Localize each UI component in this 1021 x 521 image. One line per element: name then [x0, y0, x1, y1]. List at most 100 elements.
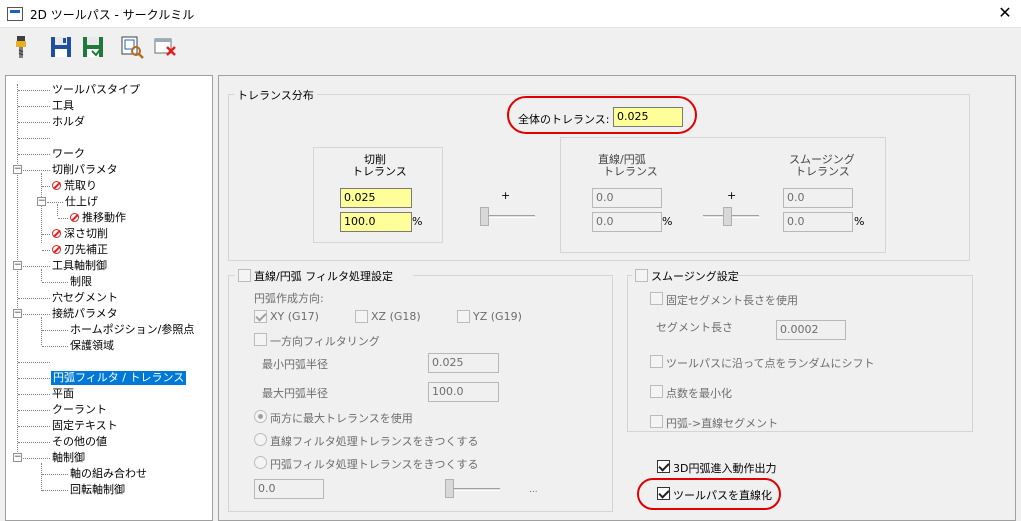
- arc-direction-label: 円弧作成方向:: [254, 292, 324, 305]
- percent-label: %: [412, 215, 423, 228]
- radio-both-label: 両方に最大トレランスを使用: [270, 412, 413, 425]
- arc-3d-entry-checkbox[interactable]: [657, 460, 670, 473]
- tree-item-limits[interactable]: 制限: [70, 275, 92, 289]
- tree-item-tool[interactable]: 工具: [52, 99, 74, 113]
- min-radius-label: 最小円弧半径: [262, 358, 328, 371]
- expander-cutting-params[interactable]: −: [13, 165, 22, 174]
- plus-label: +: [501, 189, 511, 202]
- tree-item-axis-control[interactable]: 軸制御: [52, 451, 85, 465]
- min-radius-input[interactable]: 0.025: [428, 353, 499, 373]
- tree-item-rotary-axis-control[interactable]: 回転軸制御: [70, 483, 125, 497]
- tree-item-canned-text[interactable]: 固定テキスト: [52, 419, 118, 433]
- segment-length-input[interactable]: 0.0002: [776, 320, 846, 340]
- one-way-filter-checkbox[interactable]: [254, 333, 267, 346]
- slider-track: [481, 215, 535, 218]
- xy-checkbox[interactable]: [254, 310, 267, 323]
- disabled-icon: [52, 229, 61, 238]
- expander-axis-control[interactable]: −: [13, 453, 22, 462]
- tree-item-safety-zone[interactable]: 保護領域: [70, 339, 114, 353]
- tree-item-finish[interactable]: 仕上げ: [65, 195, 98, 209]
- tree-item-stock[interactable]: ワーク: [52, 147, 85, 161]
- tool-icon[interactable]: [8, 34, 34, 60]
- tree-item-planes[interactable]: 平面: [52, 387, 74, 401]
- tree-item-roughing[interactable]: 荒取り: [52, 179, 97, 193]
- disabled-icon: [52, 181, 61, 190]
- tree-item-hole-segment[interactable]: 穴セグメント: [52, 291, 118, 305]
- title-bar: 2D ツールパス - サークルミル ✕: [0, 0, 1021, 28]
- radio-both-max-tolerance[interactable]: [254, 410, 267, 423]
- arc-filter-slider[interactable]: [445, 479, 454, 498]
- yz-label: YZ (G19): [473, 310, 522, 323]
- max-radius-input[interactable]: 100.0: [428, 382, 499, 402]
- tree-item-depth-cuts[interactable]: 深さ切削: [52, 227, 108, 241]
- close-icon[interactable]: ✕: [994, 2, 1016, 24]
- segment-length-label: セグメント長さ: [656, 321, 733, 334]
- cut-tolerance-input[interactable]: 0.025: [340, 188, 412, 208]
- smoothing-percent-input[interactable]: 0.0: [783, 212, 853, 232]
- minimize-points-checkbox[interactable]: [650, 385, 663, 398]
- xz-label: XZ (G18): [371, 310, 421, 323]
- disabled-icon: [52, 245, 61, 254]
- tree-item-link-params[interactable]: 接続パラメタ: [52, 307, 118, 321]
- smoothing-checkbox[interactable]: [635, 269, 648, 282]
- smoothing-title-2: トレランス: [795, 165, 850, 178]
- disabled-icon: [70, 213, 79, 222]
- expander-link-params[interactable]: −: [13, 309, 22, 318]
- save-icon[interactable]: [48, 34, 74, 60]
- tree-item-toolpath-type[interactable]: ツールパスタイプ: [52, 83, 140, 97]
- xz-checkbox[interactable]: [355, 310, 368, 323]
- arc-to-line-checkbox[interactable]: [650, 415, 663, 428]
- random-shift-label: ツールパスに沿って点をランダムにシフト: [666, 357, 875, 370]
- tree-item-misc-values[interactable]: その他の値: [52, 435, 107, 449]
- tree-item-home-position[interactable]: ホームポジション/参照点: [70, 323, 194, 337]
- tolerance-distribution-label: トレランス分布: [234, 87, 317, 103]
- radio-arc-label: 円弧フィルタ処理トレランスをきつくする: [270, 458, 479, 471]
- fixed-segment-checkbox[interactable]: [650, 292, 663, 305]
- ellipsis-label: ...: [529, 485, 538, 495]
- tree-item-axis-combination[interactable]: 軸の組み合わせ: [70, 467, 147, 481]
- app-icon: [7, 7, 23, 21]
- smoothing-tolerance-input[interactable]: 0.0: [783, 188, 853, 208]
- cut-percent-input[interactable]: 100.0: [340, 212, 412, 232]
- expander-tool-axis[interactable]: −: [13, 261, 22, 270]
- tree-item-holder[interactable]: ホルダ: [52, 115, 85, 129]
- line-arc-tolerance-input[interactable]: 0.0: [592, 188, 662, 208]
- tree-item-coolant[interactable]: クーラント: [52, 403, 107, 417]
- tree-item-arc-filter-tolerance[interactable]: 円弧フィルタ / トレランス: [51, 371, 187, 385]
- radio-tighten-line[interactable]: [254, 433, 267, 446]
- highlight-oval: [507, 96, 697, 134]
- random-shift-checkbox[interactable]: [650, 355, 663, 368]
- tolerance-slider-2[interactable]: [723, 207, 732, 226]
- highlight-oval: [637, 478, 781, 510]
- arc-to-line-label: 円弧->直線セグメント: [666, 417, 779, 430]
- plus-label: +: [727, 189, 737, 202]
- tree-item-tip-comp[interactable]: 刃先補正: [52, 243, 108, 257]
- arc-3d-entry-label: 3D円弧進入動作出力: [673, 462, 777, 475]
- one-way-filter-label: 一方向フィルタリング: [270, 335, 380, 348]
- xy-label: XY (G17): [270, 310, 319, 323]
- preview-icon[interactable]: [119, 34, 145, 60]
- yz-checkbox[interactable]: [457, 310, 470, 323]
- delete-icon[interactable]: [152, 34, 178, 60]
- tree-item-tool-axis-control[interactable]: 工具軸制御: [52, 259, 107, 273]
- percent-label: %: [854, 215, 865, 228]
- radio-line-label: 直線フィルタ処理トレランスをきつくする: [270, 435, 479, 448]
- fixed-segment-label: 固定セグメント長さを使用: [666, 294, 798, 307]
- cut-tolerance-title-2: トレランス: [352, 165, 407, 178]
- save-as-icon[interactable]: [80, 34, 106, 60]
- arc-filter-label: 直線/円弧 フィルタ処理設定: [254, 270, 393, 283]
- window-title: 2D ツールパス - サークルミル: [30, 8, 195, 22]
- minimize-points-label: 点数を最小化: [666, 387, 732, 400]
- line-arc-title-2: トレランス: [603, 165, 658, 178]
- navigation-tree: − − − − − ツールパスタイプ 工具 ホルダ ワーク 切削パラメタ 荒取り…: [5, 75, 213, 521]
- expander-finish[interactable]: −: [37, 197, 46, 206]
- tree-item-transition[interactable]: 推移動作: [70, 211, 126, 225]
- arc-filter-checkbox[interactable]: [238, 269, 251, 282]
- tree-item-cutting-params[interactable]: 切削パラメタ: [52, 163, 118, 177]
- radio-tighten-arc[interactable]: [254, 456, 267, 469]
- tolerance-slider-1[interactable]: [480, 207, 489, 226]
- arc-filter-value-input[interactable]: 0.0: [254, 479, 324, 499]
- line-arc-percent-input[interactable]: 0.0: [592, 212, 662, 232]
- smoothing-label: スムージング設定: [651, 270, 739, 283]
- percent-label: %: [662, 215, 673, 228]
